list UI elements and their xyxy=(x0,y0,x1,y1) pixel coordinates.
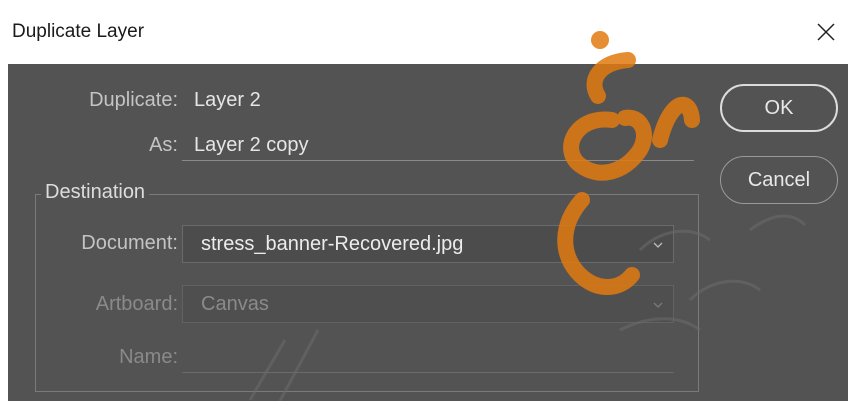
close-icon xyxy=(817,23,835,41)
artboard-label: Artboard: xyxy=(95,293,178,315)
chevron-down-icon xyxy=(653,242,663,248)
as-input[interactable]: Layer 2 copy xyxy=(194,134,309,157)
cancel-button[interactable]: Cancel xyxy=(720,156,838,204)
document-select-value: stress_banner-Recovered.jpg xyxy=(201,233,464,255)
duplicate-value: Layer 2 xyxy=(194,89,261,111)
artboard-select[interactable]: Canvas xyxy=(182,285,674,323)
title-bar: Duplicate Layer xyxy=(0,0,848,64)
destination-legend: Destination xyxy=(41,181,150,204)
duplicate-label: Duplicate: xyxy=(89,89,178,111)
chevron-down-icon xyxy=(653,302,663,308)
close-button[interactable] xyxy=(804,10,848,54)
dialog-title: Duplicate Layer xyxy=(12,21,145,42)
document-label: Document: xyxy=(81,232,178,254)
name-label: Name: xyxy=(119,346,178,368)
name-input-underline xyxy=(182,372,674,373)
dialog-body: Duplicate: Layer 2 As: Layer 2 copy Dest… xyxy=(8,64,848,401)
as-input-underline xyxy=(182,160,694,161)
artboard-select-value: Canvas xyxy=(201,293,269,315)
as-label: As: xyxy=(149,134,178,156)
document-select[interactable]: stress_banner-Recovered.jpg xyxy=(182,225,674,263)
ok-button[interactable]: OK xyxy=(720,84,838,132)
